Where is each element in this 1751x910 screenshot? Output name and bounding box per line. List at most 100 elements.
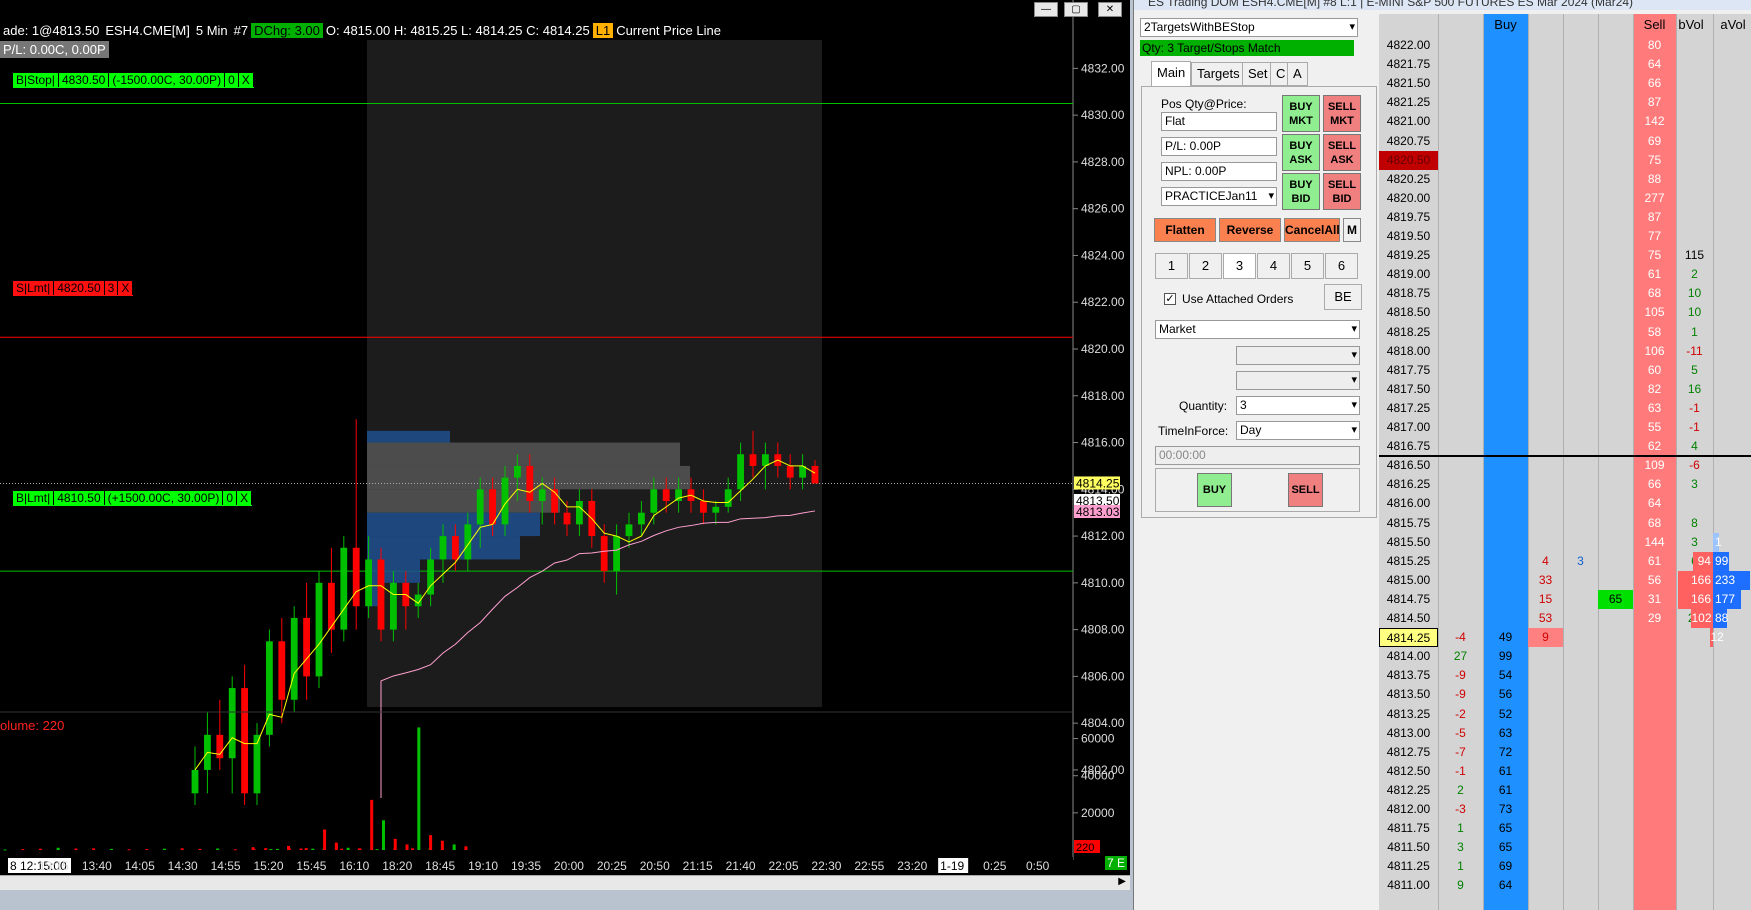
price-axis-label: 4804.00	[1081, 716, 1125, 730]
ladder-row[interactable]: 4813.50 -9 56	[1379, 685, 1751, 704]
ladder-row[interactable]: 4813.25 -2 52	[1379, 705, 1751, 724]
qty-button-1[interactable]: 1	[1155, 253, 1188, 279]
ladder-row[interactable]: 4819.00 61 2	[1379, 265, 1751, 284]
ladder-row[interactable]: 4816.00 64	[1379, 494, 1751, 513]
sell-bid-button[interactable]: SELL BID	[1323, 173, 1361, 210]
ladder-row[interactable]: 4821.25 87	[1379, 93, 1751, 112]
ladder-row[interactable]: 4815.75 68 8	[1379, 514, 1751, 533]
ladder-row[interactable]: 4819.50 77	[1379, 227, 1751, 246]
ladder-row[interactable]: 4818.50 105 10	[1379, 303, 1751, 322]
qty-button-3[interactable]: 3	[1223, 253, 1256, 279]
scroll-right-icon[interactable]: ▶	[1118, 876, 1126, 887]
ladder-row[interactable]: 4811.00 9 64	[1379, 876, 1751, 895]
ladder-row[interactable]: 4812.25 2 61	[1379, 781, 1751, 800]
strategy-select[interactable]: 2TargetsWithBEStop	[1140, 18, 1358, 37]
ladder-row[interactable]: 4816.75 62 4	[1379, 437, 1751, 456]
ladder-row[interactable]: 4818.75 68 10	[1379, 284, 1751, 303]
ladder-row[interactable]: 4820.50 75	[1379, 150, 1751, 170]
buy-limit-order-tag[interactable]: B|Lmt| 4810.50 (+1500.00C, 30.00P) 0 X	[13, 491, 253, 506]
ladder-row[interactable]: 4811.50 3 65	[1379, 838, 1751, 857]
ladder-row[interactable]: 4822.00 80	[1379, 36, 1751, 55]
tab-a[interactable]: A	[1287, 62, 1308, 86]
qty-button-4[interactable]: 4	[1257, 253, 1290, 279]
ladder-buy-size: 69	[1498, 859, 1513, 874]
ladder-delta: -9	[1455, 668, 1466, 683]
qty-button-6[interactable]: 6	[1325, 253, 1358, 279]
ladder-row[interactable]: 4821.75 64	[1379, 55, 1751, 74]
buy-market-button[interactable]: BUY MKT	[1282, 95, 1320, 132]
ladder-row[interactable]: 4821.50 66	[1379, 74, 1751, 93]
price-ladder[interactable]: Buy Sell bVol aVol 4822.00 80 4821.75 64 4821.50…	[1379, 14, 1751, 910]
ladder-row[interactable]: 4816.25 66 3	[1379, 475, 1751, 494]
ladder-row[interactable]: 4821.00 142	[1379, 112, 1751, 131]
minimize-icon[interactable]: —	[1034, 2, 1058, 17]
sell-button[interactable]: SELL	[1288, 473, 1323, 507]
ladder-row[interactable]: 4817.75 60 5	[1379, 361, 1751, 380]
flatten-button[interactable]: Flatten	[1154, 218, 1216, 242]
ladder-cumulative-delta: 3	[1691, 477, 1698, 492]
be-button[interactable]: BE	[1324, 284, 1362, 310]
qty-button-5[interactable]: 5	[1291, 253, 1324, 279]
ladder-row[interactable]: 4815.25436169499	[1379, 551, 1751, 571]
ladder-row[interactable]: 4815.00335614166233	[1379, 570, 1751, 590]
order-type-select[interactable]: Market	[1155, 320, 1360, 339]
buy-button[interactable]: BUY	[1197, 473, 1232, 507]
sell-limit-order-tag[interactable]: S|Lmt| 4820.50 3 X	[13, 281, 134, 296]
ladder-row[interactable]: 4818.00 106 -11	[1379, 342, 1751, 361]
buy-ask-button[interactable]: BUY ASK	[1282, 134, 1320, 171]
ladder-row[interactable]: 4815.50 144 3 1	[1379, 532, 1751, 552]
cancel-order-icon[interactable]: X	[238, 73, 254, 87]
qty-button-2[interactable]: 2	[1189, 253, 1222, 279]
ladder-sell-trades: 4	[1542, 553, 1549, 568]
dom-title: ES Trading DOM ESH4.CME[M] #8 L:1 | E-MI…	[1134, 0, 1751, 10]
time-field[interactable]: 00:00:00	[1155, 446, 1360, 465]
sell-ask-button[interactable]: SELL ASK	[1323, 134, 1361, 171]
cancel-order-icon[interactable]: X	[118, 281, 134, 295]
maximize-icon[interactable]: ▢	[1064, 2, 1088, 17]
price-select-1[interactable]	[1236, 346, 1360, 365]
tab-main[interactable]: Main	[1151, 61, 1192, 87]
chart-window[interactable]: 4832.00 4830.00 4828.00 4826.00 4824.00 4822.…	[0, 0, 1130, 910]
ladder-price: 4821.50	[1386, 76, 1431, 91]
price-chart[interactable]: 4832.00 4830.00 4828.00 4826.00 4824.00 4822.…	[0, 0, 1130, 910]
ladder-row[interactable]: 4820.75 69	[1379, 132, 1751, 151]
ladder-row[interactable]: 4814.25 -4 49 9 12	[1379, 628, 1751, 648]
ladder-row[interactable]: 4813.75 -9 54	[1379, 666, 1751, 685]
tab-targets[interactable]: Targets	[1191, 62, 1246, 86]
cancel-all-button[interactable]: CancelAll	[1284, 218, 1340, 242]
ladder-row[interactable]: 4818.25 58 1	[1379, 323, 1751, 342]
ladder-row[interactable]: 4816.50 109 -6	[1379, 456, 1751, 475]
ladder-row[interactable]: 4814.7515653130166177	[1379, 589, 1751, 609]
ladder-row[interactable]: 4812.75 -7 72	[1379, 743, 1751, 762]
reverse-button[interactable]: Reverse	[1219, 218, 1281, 242]
ladder-row[interactable]: 4819.25 75 115	[1379, 246, 1751, 265]
tif-select[interactable]: Day	[1236, 421, 1360, 440]
m-button[interactable]: M	[1343, 218, 1361, 242]
ladder-row[interactable]: 4819.75 87	[1379, 208, 1751, 227]
ladder-sell-size: 62	[1647, 439, 1662, 454]
candle-body	[315, 582, 323, 677]
ladder-row[interactable]: 4812.00 -3 73	[1379, 800, 1751, 819]
ladder-row[interactable]: 4814.5053292210288	[1379, 609, 1751, 628]
ladder-row[interactable]: 4813.00 -5 63	[1379, 724, 1751, 743]
ladder-row[interactable]: 4811.25 1 69	[1379, 857, 1751, 876]
buy-bid-button[interactable]: BUY BID	[1282, 173, 1320, 210]
price-select-2[interactable]	[1236, 371, 1360, 390]
ladder-row[interactable]: 4820.00 277	[1379, 189, 1751, 208]
ladder-row[interactable]: 4820.25 88	[1379, 170, 1751, 189]
ladder-row[interactable]: 4817.25 63 -1	[1379, 399, 1751, 418]
close-icon[interactable]: ✕	[1098, 2, 1122, 17]
ladder-row[interactable]: 4817.00 55 -1	[1379, 418, 1751, 437]
horizontal-scrollbar[interactable]: ▶	[0, 875, 1130, 890]
stop-order-tag[interactable]: B|Stop| 4830.50 (-1500.00C, 30.00P) 0 X	[13, 73, 254, 88]
ladder-row[interactable]: 4812.50 -1 61	[1379, 762, 1751, 781]
attached-orders-checkbox[interactable]: ✓	[1164, 293, 1176, 305]
quantity-select[interactable]: 3	[1236, 396, 1360, 415]
ladder-row[interactable]: 4814.00 27 99	[1379, 647, 1751, 666]
ladder-row[interactable]: 4817.50 82 16	[1379, 380, 1751, 399]
sell-market-button[interactable]: SELL MKT	[1323, 95, 1361, 132]
cancel-order-icon[interactable]: X	[237, 491, 253, 505]
ladder-row[interactable]: 4811.75 1 65	[1379, 819, 1751, 838]
account-select[interactable]: PRACTICEJan11	[1161, 187, 1277, 206]
tab-set[interactable]: Set	[1242, 62, 1274, 86]
